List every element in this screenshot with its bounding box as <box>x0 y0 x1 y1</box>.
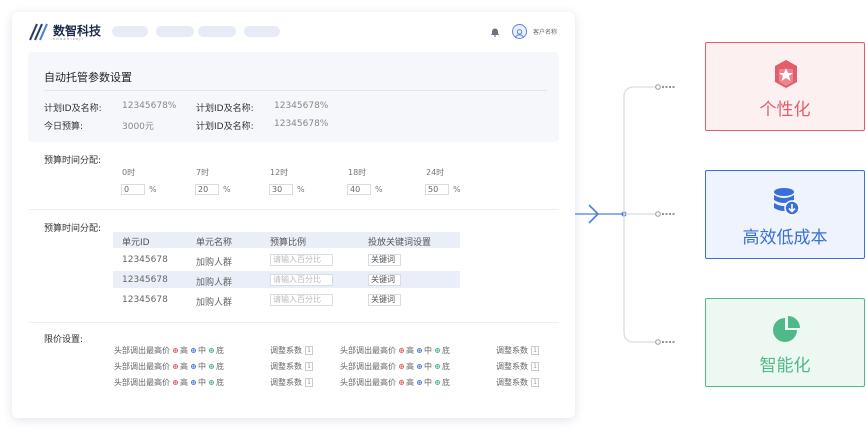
feature-card-intelligent: 智能化 <box>705 298 865 387</box>
feature-name: 智能化 <box>759 356 811 376</box>
database-download-icon <box>774 188 800 216</box>
feature-card-efficient: 高效低成本 <box>705 170 865 259</box>
feature-name: 高效低成本 <box>742 228 828 248</box>
feature-name: 个性化 <box>759 100 811 120</box>
badge-star-icon <box>775 60 797 88</box>
feature-card-personalized: 个性化 <box>705 42 865 131</box>
pie-chart-icon <box>773 316 800 342</box>
